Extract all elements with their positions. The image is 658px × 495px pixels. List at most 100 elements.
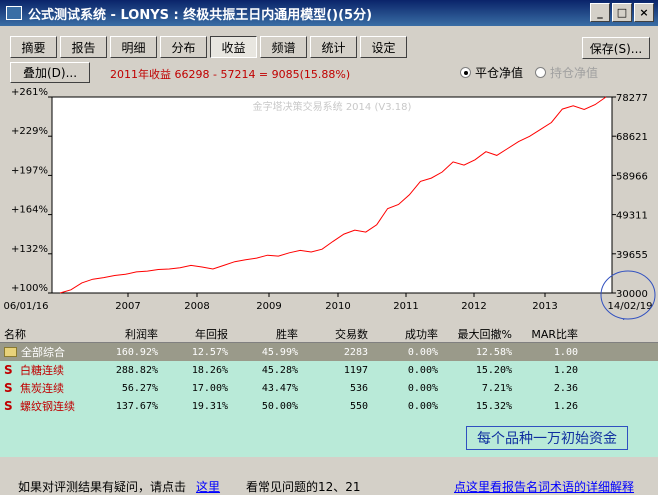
table-cell: 19.31% <box>191 400 228 412</box>
radio-unchecked-icon <box>535 67 547 78</box>
row-name-cell: 全部综合 <box>0 344 92 360</box>
table-cell: 550 <box>349 400 368 412</box>
y-tick-label: +229% <box>11 126 48 137</box>
table-cell: 12.58% <box>475 346 512 358</box>
header-trade-count[interactable]: 交易数 <box>302 326 372 342</box>
y-right-tick-label: 30000 <box>616 289 648 300</box>
window-title: 公式测试系统 - LONYS : 终极共振王日内通用模型()(5分) <box>28 7 373 23</box>
table-header: 名称 利润率 年回报 胜率 交易数 成功率 最大回撤% MAR比率 <box>0 326 658 343</box>
x-tick-label: 14/02/19 <box>608 301 653 312</box>
table-row[interactable]: S 螺纹钢连续 137.67% 19.31% 50.00% 550 0.00% 15.32% 1… <box>0 397 658 415</box>
x-tick-label: 2010 <box>325 301 350 312</box>
tab-summary[interactable]: 摘要 <box>10 36 57 58</box>
table-cell: 15.20% <box>475 364 512 376</box>
table-cell: 18.26% <box>191 364 228 376</box>
year-return-summary: 2011年收益 66298 - 57214 = 9085(15.88%) <box>110 68 351 81</box>
row-name: 白糖连续 <box>20 364 64 377</box>
table-cell: 45.99% <box>261 346 298 358</box>
table-cell: 56.27% <box>121 382 158 394</box>
table-row[interactable]: S 白糖连续 288.82% 18.26% 45.28% 1197 0.00% 15.20% 1… <box>0 361 658 379</box>
tab-bar: 摘要 报告 明细 分布 收益 频谱 统计 设定 <box>10 36 407 58</box>
x-tick-label: 06/01/16 <box>4 301 49 312</box>
row-name-cell: S 螺纹钢连续 <box>0 398 92 414</box>
table-cell: 7.21% <box>481 382 512 394</box>
radio-hold-equity[interactable]: 持仓净值 <box>535 64 598 81</box>
equity-mode-group: 平仓净值 持仓净值 <box>460 64 598 81</box>
table-cell: 17.00% <box>191 382 228 394</box>
equity-chart-svg: 金字塔决策交易系统 2014 (V3.18) +261% 78277 +229% 686… <box>4 87 656 320</box>
x-tick-label: 2007 <box>115 301 140 312</box>
symbol-s-icon: S <box>4 381 13 395</box>
y-tick-label: +132% <box>11 244 48 255</box>
table-cell: 12.57% <box>191 346 228 358</box>
header-name[interactable]: 名称 <box>0 326 92 342</box>
table-cell: 43.47% <box>261 382 298 394</box>
x-tick-label: 2009 <box>256 301 281 312</box>
tab-returns[interactable]: 收益 <box>210 36 257 58</box>
header-win-rate[interactable]: 胜率 <box>232 326 302 342</box>
tab-report[interactable]: 报告 <box>60 36 107 58</box>
table-row[interactable]: S 焦炭连续 56.27% 17.00% 43.47% 536 0.00% 7.21% 2.36 <box>0 379 658 397</box>
table-cell: 0.00% <box>407 400 438 412</box>
table-cell: 2283 <box>343 346 368 358</box>
footer-here-link[interactable]: 这里 <box>196 478 220 495</box>
symbol-s-icon: S <box>4 363 13 377</box>
row-name: 螺纹钢连续 <box>20 400 75 413</box>
y-right-tick-label: 49311 <box>616 211 648 222</box>
table-cell: 0.00% <box>407 364 438 376</box>
x-tick-label: 2011 <box>393 301 418 312</box>
table-cell: 0.00% <box>407 382 438 394</box>
overlay-button[interactable]: 叠加(D)... <box>10 62 90 83</box>
x-tick-label: 2013 <box>532 301 557 312</box>
table-cell: 45.28% <box>261 364 298 376</box>
x-tick-label: 2012 <box>461 301 486 312</box>
header-success-rate[interactable]: 成功率 <box>372 326 442 342</box>
header-max-drawdown[interactable]: 最大回撤% <box>442 326 516 342</box>
table-cell: 1.26 <box>553 400 578 412</box>
table-cell: 0.00% <box>407 346 438 358</box>
callout-leader-line <box>622 318 625 320</box>
table-cell: 15.32% <box>475 400 512 412</box>
header-mar-ratio[interactable]: MAR比率 <box>516 326 582 342</box>
radio-checked-icon <box>460 67 471 78</box>
tab-settings[interactable]: 设定 <box>360 36 407 58</box>
table-cell: 160.92% <box>115 346 158 358</box>
radio-close-equity[interactable]: 平仓净值 <box>460 64 523 81</box>
header-annual-return[interactable]: 年回报 <box>162 326 232 342</box>
radio-hold-label: 持仓净值 <box>550 66 599 80</box>
plot-area <box>51 96 613 294</box>
y-right-tick-label: 68621 <box>616 132 648 143</box>
table-cell: 288.82% <box>115 364 158 376</box>
table-cell: 137.67% <box>115 400 158 412</box>
title-bar: 公式测试系统 - LONYS : 终极共振王日内通用模型()(5分) _ □ × <box>0 0 658 26</box>
row-name-cell: S 焦炭连续 <box>0 380 92 396</box>
initial-capital-note: 每个品种一万初始资金 <box>466 426 628 450</box>
row-name: 焦炭连续 <box>20 382 64 395</box>
y-tick-label: +261% <box>11 87 48 98</box>
close-button[interactable]: × <box>634 3 654 22</box>
footer-faq-text: 看常见问题的12、21 <box>246 480 361 494</box>
table-cell: 536 <box>349 382 368 394</box>
save-button[interactable]: 保存(S)... <box>582 37 650 59</box>
table-cell: 1.00 <box>553 346 578 358</box>
y-right-tick-label: 39655 <box>616 250 648 261</box>
table-row[interactable]: 全部综合 160.92% 12.57% 45.99% 2283 0.00% 12.58% 1.… <box>0 343 658 361</box>
symbol-s-icon: S <box>4 399 13 413</box>
table-cell: 1197 <box>343 364 368 376</box>
table-cell: 50.00% <box>261 400 298 412</box>
app-icon <box>6 6 22 20</box>
tab-statistics[interactable]: 统计 <box>310 36 357 58</box>
folder-icon <box>4 347 17 357</box>
tab-detail[interactable]: 明细 <box>110 36 157 58</box>
tab-distribution[interactable]: 分布 <box>160 36 207 58</box>
table-cell: 2.36 <box>553 382 578 394</box>
radio-close-label: 平仓净值 <box>475 66 524 80</box>
footer-detail-link[interactable]: 点这里看报告名词术语的详细解释 <box>454 478 634 495</box>
header-profit-rate[interactable]: 利润率 <box>92 326 162 342</box>
minimize-button[interactable]: _ <box>590 3 610 22</box>
watermark: 金字塔决策交易系统 2014 (V3.18) <box>253 100 412 113</box>
tab-spectrum[interactable]: 频谱 <box>260 36 307 58</box>
maximize-button[interactable]: □ <box>612 3 632 22</box>
y-right-tick-label: 78277 <box>616 93 648 104</box>
y-tick-label: +197% <box>11 165 48 176</box>
